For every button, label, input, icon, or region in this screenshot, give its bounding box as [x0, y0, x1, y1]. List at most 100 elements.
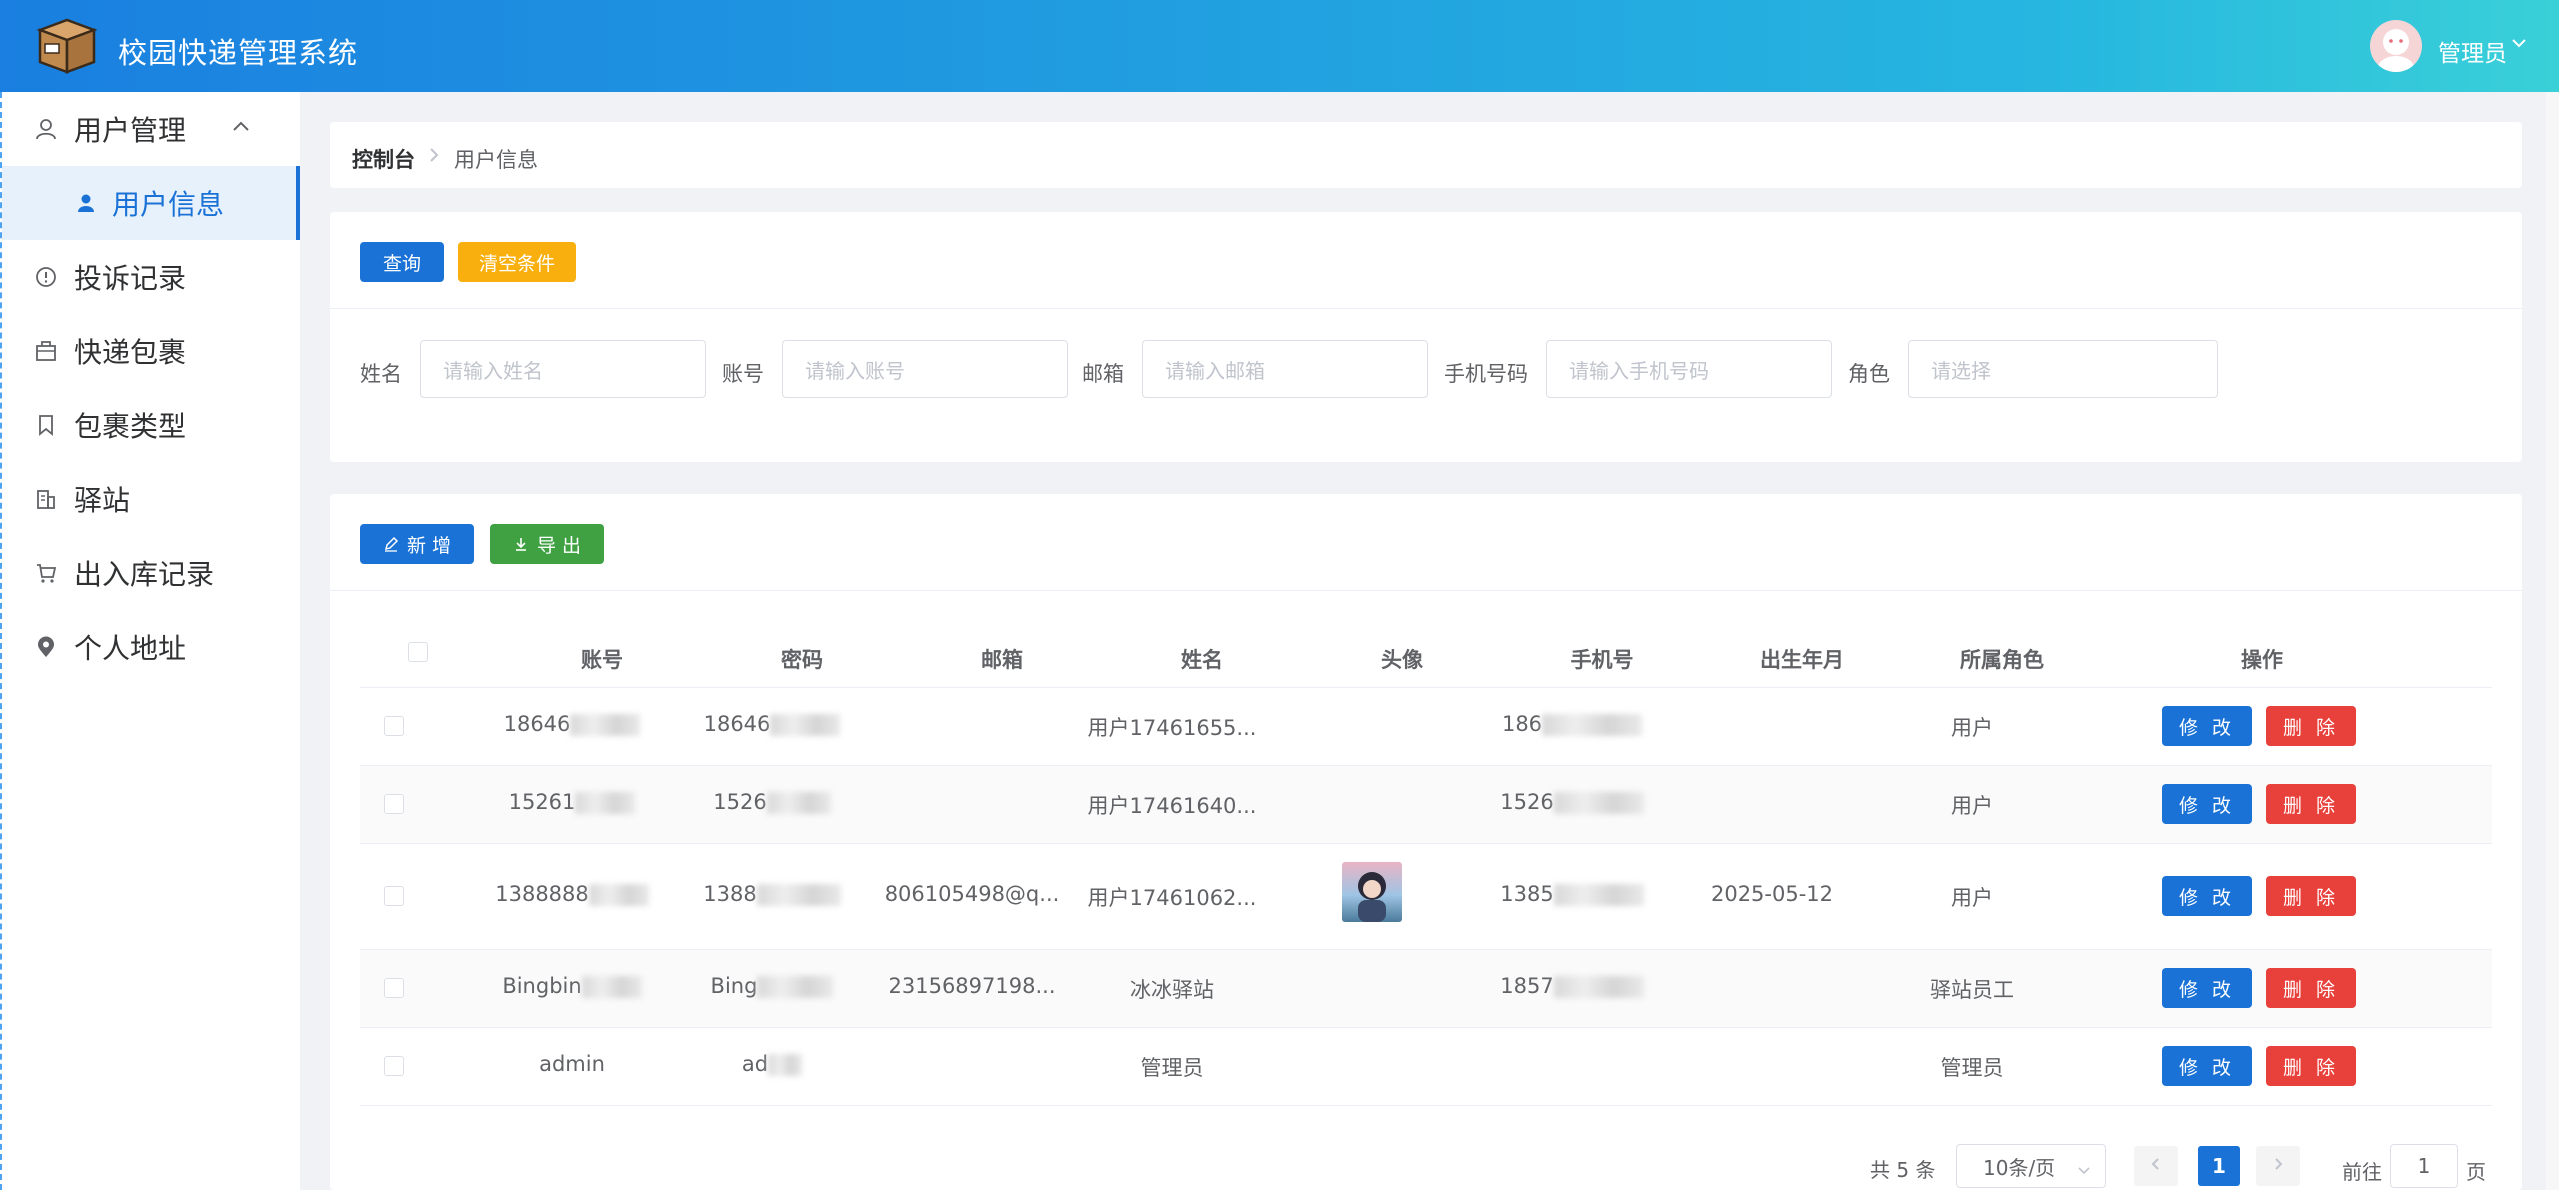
name-field-label: 姓名 — [360, 362, 402, 386]
edit-button[interactable]: 修 改 — [2162, 876, 2252, 916]
account-field-label: 账号 — [722, 362, 764, 386]
table-row: 1388888 1388 806105498@q... 用户17461062..… — [360, 844, 2492, 950]
page-number-current[interactable]: 1 — [2198, 1146, 2240, 1186]
cart-icon — [34, 561, 58, 585]
delete-button[interactable]: 删 除 — [2266, 968, 2356, 1008]
password-cell: Bing — [682, 974, 862, 998]
account-cell: 15261 — [482, 790, 662, 814]
column-header-account[interactable]: 账号 — [512, 644, 692, 674]
divider — [330, 308, 2522, 309]
column-header-name[interactable]: 姓名 — [1112, 644, 1292, 674]
name-input[interactable]: 请输入姓名 — [420, 340, 706, 398]
role-cell: 管理员 — [1940, 1056, 2004, 1080]
sidebar-item-package-types[interactable]: 包裹类型 — [2, 388, 300, 462]
edit-button[interactable]: 修 改 — [2162, 784, 2252, 824]
column-header-phone[interactable]: 手机号 — [1512, 644, 1692, 674]
goto-page-input[interactable]: 1 — [2390, 1144, 2458, 1188]
chevron-right-icon — [426, 146, 442, 168]
account-input[interactable]: 请输入账号 — [782, 340, 1068, 398]
column-header-actions: 操作 — [2241, 648, 2283, 672]
chevron-down-icon — [2077, 1159, 2091, 1183]
name-cell: 用户17461640... — [1087, 794, 1257, 818]
user-name[interactable]: 管理员 — [2438, 34, 2507, 68]
row-checkbox[interactable] — [384, 794, 404, 814]
column-header-avatar[interactable]: 头像 — [1312, 644, 1492, 674]
page-size-select[interactable]: 10条/页 — [1956, 1144, 2106, 1188]
sidebar-item-stations[interactable]: 驿站 — [2, 462, 300, 536]
divider — [330, 590, 2522, 591]
breadcrumb-current: 用户信息 — [454, 148, 538, 172]
query-button[interactable]: 查询 — [360, 242, 444, 282]
row-checkbox[interactable] — [384, 1056, 404, 1076]
column-header-email[interactable]: 邮箱 — [912, 644, 1092, 674]
page-scrollbar[interactable] — [2546, 92, 2559, 1190]
sidebar-item-inout-records[interactable]: 出入库记录 — [2, 536, 300, 610]
avatar[interactable] — [2370, 20, 2422, 72]
delete-button[interactable]: 删 除 — [2266, 706, 2356, 746]
column-header-password[interactable]: 密码 — [712, 644, 892, 674]
name-cell: 用户17461655... — [1087, 716, 1257, 740]
sidebar-item-complaints[interactable]: 投诉记录 — [2, 240, 300, 314]
table-row: Bingbin Bing 23156897198... 冰冰驿站 1857 驿站… — [360, 950, 2492, 1028]
edit-button[interactable]: 修 改 — [2162, 1046, 2252, 1086]
location-pin-icon — [34, 635, 58, 659]
edit-button[interactable]: 修 改 — [2162, 706, 2252, 746]
table-row: 15261 1526 用户17461640... 1526 用户 修 改 删 除 — [360, 766, 2492, 844]
password-cell: 18646 — [682, 712, 862, 736]
phone-cell: 1857 — [1482, 974, 1662, 998]
sidebar-item-user-info[interactable]: 用户信息 — [2, 166, 300, 240]
sidebar-item-label: 驿站 — [74, 484, 131, 517]
sidebar-item-addresses[interactable]: 个人地址 — [2, 610, 300, 684]
delete-button[interactable]: 删 除 — [2266, 876, 2356, 916]
role-select[interactable]: 请选择 — [1908, 340, 2218, 398]
breadcrumb-root[interactable]: 控制台 — [352, 144, 415, 174]
building-icon — [34, 487, 58, 511]
user-icon — [34, 117, 58, 141]
next-page-button[interactable] — [2256, 1146, 2300, 1186]
sidebar: 用户管理 用户信息 投诉记录 快递包裹 包裹类型 驿站 出入库记录 个人地址 — [0, 92, 300, 1190]
prev-page-button[interactable] — [2134, 1146, 2178, 1186]
row-checkbox[interactable] — [384, 978, 404, 998]
column-header-birth[interactable]: 出生年月 — [1712, 644, 1892, 674]
top-header: 校园快递管理系统 管理员 — [0, 0, 2559, 92]
email-input[interactable]: 请输入邮箱 — [1142, 340, 1428, 398]
app-title: 校园快递管理系统 — [118, 36, 359, 70]
table-row: 18646 18646 用户17461655... 186 用户 修 改 删 除 — [360, 688, 2492, 766]
chevron-right-icon — [2271, 1156, 2285, 1176]
export-button[interactable]: 导 出 — [490, 524, 604, 564]
clear-filters-button[interactable]: 清空条件 — [458, 242, 576, 282]
password-cell: 1388 — [682, 882, 862, 906]
phone-cell: 186 — [1482, 712, 1662, 736]
edit-icon — [383, 536, 399, 552]
phone-cell: 1526 — [1482, 790, 1662, 814]
add-button[interactable]: 新 增 — [360, 524, 474, 564]
phone-cell: 1385 — [1482, 882, 1662, 906]
role-cell: 用户 — [1951, 716, 1993, 740]
delete-button[interactable]: 删 除 — [2266, 1046, 2356, 1086]
pagination-total: 共 5 条 — [1870, 1158, 1936, 1182]
add-button-label: 新 增 — [406, 534, 452, 557]
phone-input[interactable]: 请输入手机号码 — [1546, 340, 1832, 398]
name-cell: 用户17461062... — [1087, 886, 1257, 910]
package-logo-icon — [32, 16, 102, 76]
sidebar-item-packages[interactable]: 快递包裹 — [2, 314, 300, 388]
package-icon — [34, 339, 58, 363]
select-all-checkbox[interactable] — [408, 642, 428, 662]
chevron-down-icon[interactable] — [2510, 34, 2528, 56]
bookmark-icon — [34, 413, 58, 437]
birth-cell: 2025-05-12 — [1710, 882, 1834, 906]
delete-button[interactable]: 删 除 — [2266, 784, 2356, 824]
password-cell: ad — [682, 1052, 862, 1076]
password-cell: 1526 — [682, 790, 862, 814]
row-checkbox[interactable] — [384, 886, 404, 906]
sidebar-item-user-management[interactable]: 用户管理 — [2, 92, 300, 166]
name-cell: 冰冰驿站 — [1130, 978, 1214, 1002]
person-icon — [74, 191, 98, 215]
sidebar-item-label: 出入库记录 — [74, 558, 215, 591]
role-field-label: 角色 — [1848, 362, 1890, 386]
user-avatar-image[interactable] — [1342, 862, 1402, 922]
column-header-role[interactable]: 所属角色 — [1912, 644, 2092, 674]
edit-button[interactable]: 修 改 — [2162, 968, 2252, 1008]
goto-prefix: 前往 — [2342, 1160, 2382, 1184]
row-checkbox[interactable] — [384, 716, 404, 736]
